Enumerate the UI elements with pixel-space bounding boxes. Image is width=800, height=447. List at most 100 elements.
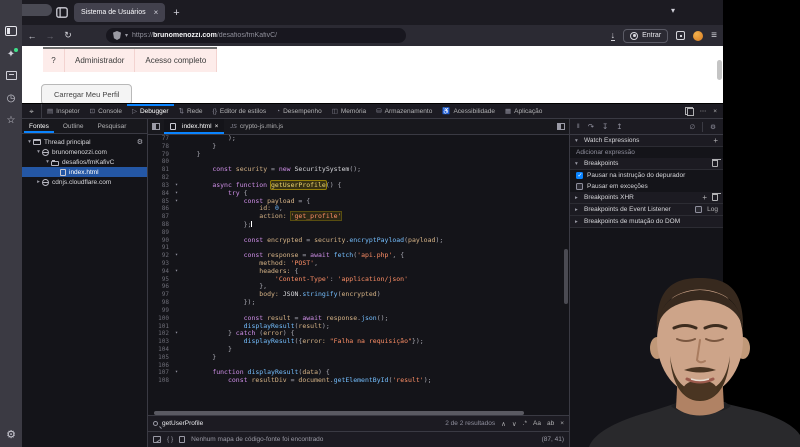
code-line-98[interactable]: 98 }); [148, 299, 569, 307]
tree-item-brunomenozzi-com[interactable]: ▾brunomenozzi.com [22, 147, 147, 157]
editor-tab-index-html[interactable]: index.html × [164, 119, 224, 134]
code-line-108[interactable]: 108 const resultDiv = document.getElemen… [148, 377, 569, 385]
new-tab-button[interactable]: + [173, 7, 179, 19]
code-line-88[interactable]: 88 }; [148, 221, 569, 229]
sources-tab-fontes[interactable]: Fontes [22, 119, 56, 133]
sources-tab-pesquisar[interactable]: Pesquisar [90, 119, 133, 133]
devtools-tab-console[interactable]: ⊡Console [85, 104, 127, 119]
sources-tree: ▾Thread principal⚙▾brunomenozzi.com▾desa… [22, 134, 147, 187]
permissions-chevron-icon[interactable]: ▾ [125, 32, 128, 39]
search-next-icon[interactable]: ∨ [512, 420, 517, 428]
search-close-icon[interactable]: × [560, 420, 564, 427]
editor-tabs: index.html × JS crypto-js.min.js [148, 119, 569, 135]
devtools-tab-editor-de-estilos[interactable]: {}Editor de estilos [208, 104, 272, 119]
sign-in-button[interactable]: Entrar [623, 29, 668, 43]
code-line-81[interactable]: 81 const security = new SecuritySystem()… [148, 166, 569, 174]
watch-expression-input[interactable]: Adicionar expressão [570, 147, 723, 158]
history-clock-icon[interactable]: ◷ [4, 92, 18, 106]
code-line-105[interactable]: 105 } [148, 354, 569, 362]
tree-item-cdnjs-cloudflare-com[interactable]: ▸cdnjs.cloudflare.com [22, 177, 147, 187]
pick-element-icon[interactable]: ⌖ [22, 104, 42, 119]
tree-item-index-html[interactable]: index.html [22, 167, 147, 177]
add-icon[interactable]: + [713, 137, 718, 145]
devtools-tab-rede[interactable]: ⇅Rede [174, 104, 208, 119]
shield-icon[interactable] [113, 31, 121, 40]
code-view[interactable]: 77 );78 }79 }8081 const security = new S… [148, 135, 569, 410]
editor-horizontal-scrollbar[interactable] [148, 410, 569, 415]
section-breakpoints-de-muta-o-do-dom[interactable]: ▸Breakpoints de mutação do DOM [570, 216, 723, 228]
tree-item-desafios-fmkafivc[interactable]: ▾desafios/fmKafivC [22, 157, 147, 167]
blackbox-source-icon[interactable] [153, 436, 161, 443]
devtools-tab-desempenho[interactable]: ◔Desempenho [271, 104, 327, 119]
reload-button[interactable]: ↻ [62, 30, 74, 41]
section-breakpoints-xhr[interactable]: ▸Breakpoints XHR+ [570, 192, 723, 204]
page-scrollbar[interactable] [717, 60, 722, 80]
checkbox[interactable] [576, 172, 583, 179]
responsive-mode-icon[interactable] [685, 107, 693, 115]
archive-box-icon[interactable] [4, 70, 18, 84]
devtools-close-icon[interactable]: × [713, 108, 717, 115]
collapse-sources-icon[interactable] [148, 119, 164, 134]
globe-icon [42, 149, 49, 156]
pause-icon[interactable]: ‖ [577, 123, 580, 130]
search-results-count: 2 de 2 resultados [445, 420, 495, 427]
editor-status-bar: { } Nenhum mapa de código-fonte foi enco… [148, 431, 569, 447]
ignore-breakpoints-icon[interactable]: ∅ [690, 123, 696, 131]
case-toggle-icon[interactable]: Aa [533, 420, 541, 427]
url-bar[interactable]: ▾ https://brunomenozzi.com/desafios/fmKa… [106, 28, 406, 43]
whole-word-toggle-icon[interactable]: ab [547, 420, 554, 427]
devtools-tab-armazenamento[interactable]: ⛁Armazenamento [371, 104, 437, 119]
settings-gear-icon[interactable]: ⚙ [0, 428, 22, 441]
section-breakpoints-de-event-listener[interactable]: ▸Breakpoints de Event ListenerLog [570, 204, 723, 216]
editor-tab-close-icon[interactable]: × [215, 123, 219, 130]
search-query[interactable]: getUserProfile [162, 420, 203, 427]
collapse-right-panel-icon[interactable] [553, 119, 569, 134]
devtools-tab-debugger[interactable]: ▷Debugger [127, 104, 174, 119]
sidebar-toggle-icon[interactable] [4, 26, 18, 40]
step-in-icon[interactable]: ↧ [602, 122, 608, 131]
bookmarks-star-icon[interactable]: ☆ [4, 114, 18, 128]
search-icon [153, 421, 158, 426]
step-over-icon[interactable]: ↷ [588, 122, 594, 131]
debug-settings-gear-icon[interactable]: ⚙ [710, 123, 716, 131]
section-breakpoints[interactable]: ▾Breakpoints [570, 158, 723, 170]
browser-tab[interactable]: Sistema de Usuários × [74, 3, 165, 22]
forward-button[interactable]: → [44, 31, 56, 41]
window-icon [33, 139, 41, 145]
code-line-90[interactable]: 90 const encrypted = security.encryptPay… [148, 237, 569, 245]
option-pausar-em-exce-es[interactable]: Pausar em exceções [570, 181, 723, 192]
firefox-view-icon[interactable] [56, 7, 68, 18]
step-out-icon[interactable]: ↥ [616, 122, 622, 131]
regex-toggle-icon[interactable]: .* [523, 420, 527, 427]
devtools-tab-inspetor[interactable]: ▤Inspetor [42, 104, 85, 119]
devtools-tab-memória[interactable]: ◫Memória [327, 104, 371, 119]
log-checkbox[interactable] [695, 206, 702, 213]
option-pausar-na-instru-o-do-depurador[interactable]: Pausar na instrução do depurador [570, 170, 723, 181]
downloads-icon[interactable]: ↓ [611, 31, 616, 41]
pretty-print-icon[interactable]: { } [167, 436, 173, 443]
load-profile-button[interactable]: Carregar Meu Perfil [41, 84, 132, 105]
code-line-78[interactable]: 78 } [148, 143, 569, 151]
search-prev-icon[interactable]: ∧ [501, 420, 506, 428]
code-line-79[interactable]: 79 } [148, 151, 569, 159]
devtools-tab-aplicação[interactable]: ▦Aplicação [500, 104, 547, 119]
sources-tab-outline[interactable]: Outline [56, 119, 91, 133]
trash-icon[interactable] [712, 194, 718, 201]
menu-hamburger-icon[interactable]: ≡ [711, 30, 717, 41]
tree-item-thread-principal[interactable]: ▾Thread principal⚙ [22, 137, 147, 147]
add-icon[interactable]: + [702, 194, 707, 202]
section-watch-expressions[interactable]: ▾Watch Expressions+ [570, 135, 723, 147]
editor-tab-cryptojs[interactable]: JS crypto-js.min.js [224, 119, 289, 134]
profile-avatar-icon[interactable] [693, 31, 703, 41]
thread-settings-gear-icon[interactable]: ⚙ [137, 138, 143, 146]
extension-icon[interactable] [676, 31, 685, 40]
checkbox[interactable] [576, 183, 583, 190]
devtools-options-icon[interactable]: ⋯ [700, 107, 707, 115]
devtools-tab-acessibilidade[interactable]: ♿Acessibilidade [437, 104, 500, 119]
ai-sparkle-icon[interactable]: ✦ [4, 48, 18, 62]
list-tabs-chevron-icon[interactable]: ▾ [671, 6, 675, 15]
trash-icon[interactable] [712, 160, 718, 167]
back-button[interactable]: ← [26, 31, 38, 41]
editor-vertical-scrollbar[interactable] [564, 249, 568, 304]
tab-close-icon[interactable]: × [154, 8, 159, 17]
